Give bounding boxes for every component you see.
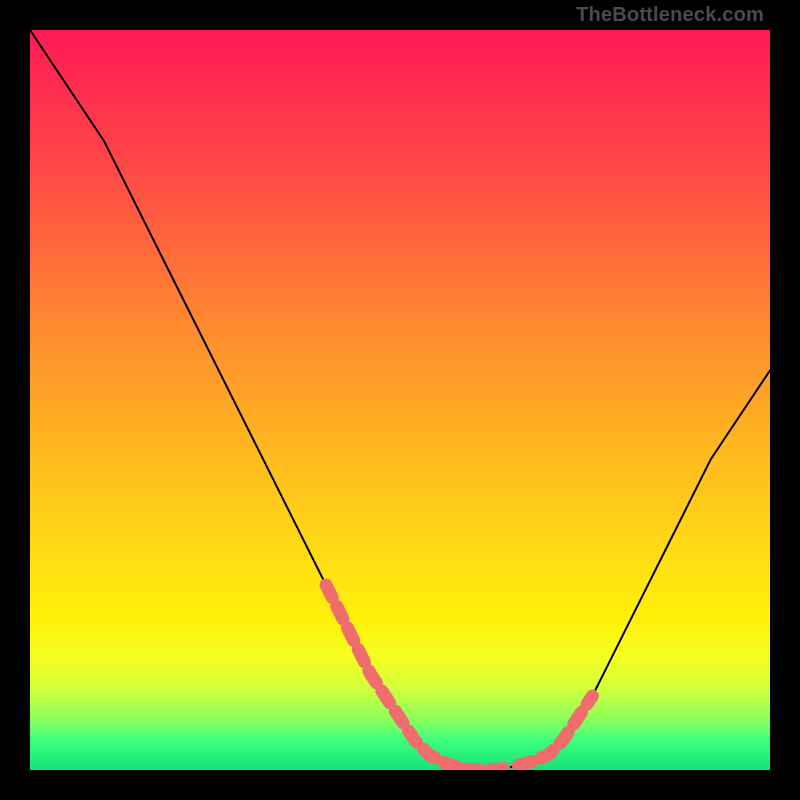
- highlight-segment-1: [518, 696, 592, 766]
- watermark-text: TheBottleneck.com: [576, 4, 764, 27]
- chart-svg: [30, 30, 770, 770]
- highlight-segment-0: [326, 585, 504, 770]
- chart-frame: TheBottleneck.com: [0, 0, 800, 800]
- plot-area: [30, 30, 770, 770]
- main-curve: [30, 30, 770, 770]
